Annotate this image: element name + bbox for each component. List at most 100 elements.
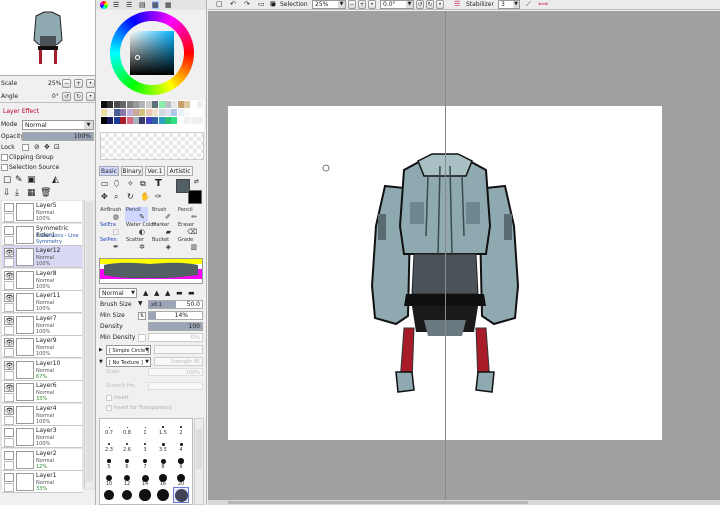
palette-swatch[interactable] (113, 101, 120, 108)
visibility-toggle-icon[interactable]: 👁 (4, 248, 14, 257)
palette-swatch[interactable] (171, 117, 178, 124)
brush-shape-triangle-icon[interactable]: ▲ (154, 289, 159, 297)
lock-pixels-icon[interactable]: ⊘ (34, 143, 40, 151)
palette-swatch[interactable] (126, 101, 133, 108)
brush-size-preset-dot[interactable] (139, 489, 151, 501)
tool-tab[interactable]: Basic (99, 166, 119, 176)
zoom-out-button[interactable]: − (62, 79, 71, 88)
invert-checkbox[interactable] (106, 395, 112, 401)
brush-size-preset-dot[interactable] (126, 426, 128, 428)
visibility-toggle-icon[interactable] (4, 203, 14, 212)
palette-swatch[interactable] (197, 117, 203, 124)
layer-transform-icon[interactable]: ⧉ (140, 179, 146, 189)
layer-lock-toggle[interactable] (4, 415, 14, 425)
layer-lock-toggle[interactable] (4, 393, 14, 402)
blend-mode-select[interactable]: Normal ▼ (22, 120, 94, 130)
brush-size-preset-dot[interactable] (121, 489, 133, 501)
layer-lock-toggle[interactable] (4, 303, 14, 312)
layer-lock-toggle[interactable] (4, 370, 14, 380)
symmetry-icon[interactable]: ⟺ (538, 0, 548, 8)
palette-swatch[interactable] (152, 117, 159, 124)
straight-line-icon[interactable]: ⟋ (526, 0, 531, 9)
new-folder-icon[interactable]: ▣ (27, 175, 36, 185)
palette-swatch[interactable] (158, 117, 165, 124)
texture-strength-slider[interactable]: Strength 95 (154, 357, 203, 366)
eyedropper-icon[interactable]: ✑ (155, 192, 162, 201)
layer-row[interactable]: 👁 Layer7 Normal 100% (2, 313, 82, 336)
hand-tool-icon[interactable]: ✋ (140, 192, 150, 201)
brush-tool-slot[interactable]: Bucket ◈ (151, 237, 174, 252)
delete-layer-icon[interactable]: 🗑 (40, 188, 51, 198)
move-tool-icon[interactable]: ✥ (101, 192, 108, 201)
palette-swatch[interactable] (190, 117, 197, 124)
hsv-slider-mode-icon[interactable]: ☰ (126, 1, 132, 9)
brush-tool-slot[interactable]: Brush ✐ (151, 207, 174, 222)
palette-swatch[interactable] (165, 101, 171, 108)
brush-shape-rect-icon[interactable]: ▬ (176, 289, 183, 297)
palette-swatch[interactable] (171, 101, 178, 108)
brush-shape-triangle-icon[interactable]: ▲ (165, 289, 170, 297)
brush-tool-slot[interactable]: Eraser ⌫ (177, 222, 200, 237)
toolbar-zoom-out-button[interactable]: − (348, 0, 356, 9)
brush-tool-slot[interactable]: Grade ▥ (177, 237, 200, 252)
layer-lock-toggle[interactable] (4, 483, 14, 492)
visibility-toggle-icon[interactable]: 👁 (4, 315, 14, 325)
rotate-tool-icon[interactable]: ↻ (127, 192, 134, 201)
visibility-toggle-icon[interactable] (4, 225, 14, 235)
toolbar-zoom-in-button[interactable]: + (358, 0, 366, 9)
layer-lock-toggle[interactable] (4, 280, 14, 290)
toolbar-rotate-left-button[interactable]: ↺ (416, 0, 424, 9)
brush-shape-triangle-icon[interactable]: ▲ (143, 289, 148, 297)
layer-lock-toggle[interactable] (4, 213, 14, 222)
ruler-layer-row[interactable]: Symmetric Ruler1 1 Divisions - Line Symme… (2, 223, 82, 246)
palette-empty-area[interactable] (100, 132, 204, 160)
redo-icon[interactable]: ↷ (244, 0, 250, 8)
min-density-slider[interactable]: 0% (148, 333, 203, 342)
layer-lock-toggle[interactable] (4, 325, 14, 335)
swap-colors-icon[interactable]: ⇄ (194, 178, 199, 185)
navigator-preview[interactable] (0, 0, 95, 76)
brush-tool-slot[interactable]: AirBrush ◍ (99, 207, 122, 222)
layer-row[interactable]: 👁 Layer9 Normal 100% (2, 336, 82, 358)
palette-swatch[interactable] (139, 109, 146, 116)
selection-source-checkbox[interactable] (1, 164, 8, 171)
brush-tool-slot[interactable]: Marker ▰ (151, 222, 174, 237)
color-palette[interactable] (100, 100, 204, 132)
brush-size-presets-scrollbar[interactable] (194, 418, 204, 505)
scratch-slider[interactable] (148, 382, 203, 390)
deselect-icon[interactable]: ▭ (258, 0, 265, 8)
palette-swatch[interactable] (145, 117, 152, 124)
brush-size-preset-dot[interactable] (157, 489, 169, 501)
lasso-icon[interactable]: ⬯ (114, 179, 119, 189)
palette-swatch[interactable] (158, 101, 165, 108)
rgb-slider-mode-icon[interactable]: ☰ (113, 1, 119, 9)
palette-swatch[interactable] (152, 109, 159, 116)
rotate-reset-button[interactable]: • (86, 92, 95, 101)
palette-swatch[interactable] (177, 109, 184, 116)
palette-swatch[interactable] (113, 117, 120, 124)
select-all-icon[interactable]: ▢ (216, 0, 223, 8)
palette-swatch[interactable] (152, 101, 159, 108)
brush-size-preset-dot[interactable] (178, 458, 184, 464)
palette-swatch[interactable] (120, 101, 127, 108)
brush-tool-slot[interactable]: SelEra ⬚ (99, 222, 122, 237)
lock-move-icon[interactable]: ✥ (44, 143, 50, 151)
palette-swatch[interactable] (197, 109, 203, 116)
rect-select-icon[interactable]: ▭ (101, 179, 109, 188)
brush-size-preset-dot[interactable] (179, 442, 183, 446)
brush-tool-slot[interactable]: SelPen ✒ (99, 237, 122, 252)
clipping-group-checkbox[interactable] (1, 154, 8, 161)
palette-swatch[interactable] (101, 109, 107, 116)
brush-size-preset-dot[interactable] (126, 443, 128, 445)
layer-row[interactable]: 👁 Layer8 Normal 100% (2, 268, 82, 291)
visibility-toggle-icon[interactable]: 👁 (4, 293, 14, 302)
expand-arrow-icon[interactable]: ▶ (99, 347, 103, 353)
undo-icon[interactable]: ↶ (230, 0, 236, 8)
sub-color-swatch[interactable] (188, 190, 202, 204)
palette-swatch[interactable] (101, 117, 107, 124)
brush-tool-slot[interactable]: Scatter ✲ (125, 237, 148, 252)
eye-icon[interactable]: ◉ (270, 0, 276, 8)
layer-row[interactable]: Layer3 Normal 100% (2, 426, 82, 448)
merge-down-icon[interactable]: ⤓ (15, 188, 19, 198)
visibility-toggle-icon[interactable]: 👁 (4, 338, 14, 347)
